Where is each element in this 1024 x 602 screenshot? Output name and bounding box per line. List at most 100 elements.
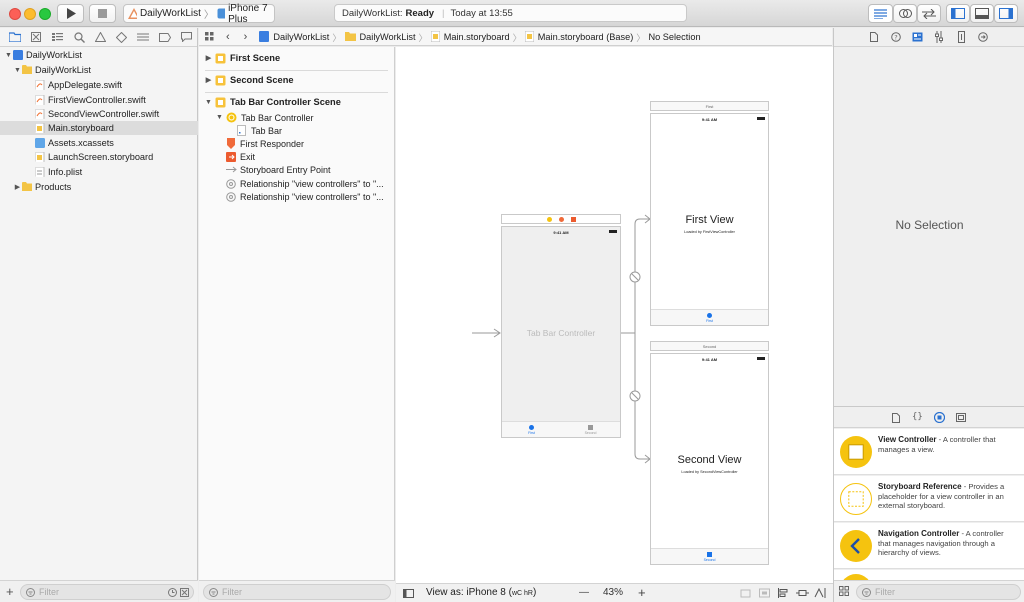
- disclosure-closed-icon[interactable]: ▶: [204, 54, 213, 62]
- library-filter-field[interactable]: Filter: [856, 584, 1021, 600]
- jump-item-group[interactable]: DailyWorkList: [360, 32, 416, 42]
- object-library-icon[interactable]: [934, 412, 945, 423]
- standard-editor-button[interactable]: [868, 4, 893, 23]
- pane-divider[interactable]: [834, 406, 1024, 407]
- toggle-debug-area-button[interactable]: [970, 4, 994, 23]
- identity-inspector-icon[interactable]: [912, 32, 923, 42]
- find-icon[interactable]: [68, 28, 89, 47]
- attributes-inspector-icon[interactable]: [935, 31, 943, 43]
- scheme-selector[interactable]: DailyWorkList 〉 iPhone 7 Plus: [123, 3, 275, 25]
- outline-row-tab-bar-controller[interactable]: ▼ Tab Bar Controller: [215, 111, 314, 124]
- scene-header-second[interactable]: Second: [650, 341, 769, 351]
- update-frames-icon[interactable]: [740, 588, 751, 598]
- file-row[interactable]: SecondViewController.swift: [0, 107, 198, 121]
- responder-dock-icon[interactable]: [559, 217, 564, 222]
- breakpoint-icon[interactable]: [154, 28, 175, 47]
- library-item-view-controller[interactable]: View Controller - A controller that mana…: [834, 429, 1024, 475]
- code-snippet-icon[interactable]: {}: [912, 412, 923, 422]
- version-editor-button[interactable]: [917, 4, 941, 23]
- jump-item-selection[interactable]: No Selection: [648, 32, 700, 42]
- view-as-button[interactable]: View as: iPhone 8 (wC hR): [426, 587, 536, 598]
- report-icon[interactable]: [176, 28, 197, 47]
- file-row-selected[interactable]: Main.storyboard: [0, 121, 198, 135]
- first-view-scene[interactable]: 9:41 AM First View Loaded by FirstViewCo…: [650, 113, 769, 326]
- folder-icon[interactable]: [4, 28, 25, 47]
- jump-item-project[interactable]: DailyWorkList: [273, 32, 329, 42]
- zoom-window-button[interactable]: [39, 8, 51, 20]
- storyboard-canvas[interactable]: 9:41 AM Tab Bar Controller First Second …: [396, 47, 833, 583]
- toggle-utilities-button[interactable]: [994, 4, 1018, 23]
- pin-icon[interactable]: [796, 588, 809, 598]
- scene-header-first[interactable]: First: [650, 101, 769, 111]
- issue-icon[interactable]: [90, 28, 111, 47]
- zoom-out-button[interactable]: —: [579, 587, 589, 598]
- scene-row-tabbar[interactable]: ▼ Tab Bar Controller Scene: [199, 94, 395, 110]
- group-row[interactable]: ▼ DailyWorkList: [0, 63, 198, 77]
- library-item-navigation-controller[interactable]: Navigation Controller - A controller tha…: [834, 523, 1024, 569]
- assistant-editor-button[interactable]: [893, 4, 917, 23]
- align-icon[interactable]: [778, 588, 789, 598]
- navigator-filter-field[interactable]: Filter: [20, 584, 194, 600]
- tab-bar-controller-scene[interactable]: 9:41 AM Tab Bar Controller First Second: [501, 226, 621, 438]
- source-control-icon[interactable]: [25, 28, 46, 47]
- disclosure-open-icon[interactable]: ▼: [13, 67, 22, 74]
- add-file-button[interactable]: +: [6, 584, 14, 599]
- jump-item-file[interactable]: Main.storyboard: [444, 32, 510, 42]
- library-item-storyboard-reference[interactable]: Storyboard Reference - Provides a placeh…: [834, 476, 1024, 522]
- outline-row-relationship[interactable]: Relationship "view controllers" to "...: [226, 177, 384, 190]
- disclosure-closed-icon[interactable]: ▶: [13, 183, 22, 191]
- outline-row-relationship[interactable]: Relationship "view controllers" to "...: [226, 190, 384, 203]
- second-view-scene[interactable]: 9:41 AM Second View Loaded by SecondView…: [650, 353, 769, 565]
- media-library-icon[interactable]: [956, 413, 966, 422]
- outline-row-exit[interactable]: Exit: [226, 150, 255, 163]
- back-arrow-icon[interactable]: ‹: [226, 31, 230, 43]
- file-row[interactable]: Info.plist: [0, 165, 198, 179]
- folder-icon: [22, 182, 32, 191]
- file-template-icon[interactable]: [892, 413, 900, 423]
- tab-second-icon: [588, 425, 593, 430]
- forward-arrow-icon[interactable]: ›: [244, 31, 248, 43]
- file-row[interactable]: Assets.xcassets: [0, 136, 198, 150]
- resolve-issues-icon[interactable]: [814, 588, 827, 598]
- file-row[interactable]: LaunchScreen.storyboard: [0, 150, 198, 164]
- scene-row-second[interactable]: ▶ Second Scene: [199, 72, 395, 88]
- file-inspector-icon[interactable]: [870, 32, 878, 42]
- disclosure-open-icon[interactable]: ▼: [4, 52, 13, 59]
- project-row[interactable]: ▼ DailyWorkList: [0, 48, 198, 62]
- exit-dock-icon[interactable]: [571, 217, 576, 222]
- debug-icon[interactable]: [133, 28, 154, 47]
- related-items-icon[interactable]: [205, 31, 214, 42]
- file-row[interactable]: FirstViewController.swift: [0, 93, 198, 107]
- outline-row-first-responder[interactable]: First Responder: [226, 137, 304, 150]
- products-row[interactable]: ▶ Products: [0, 180, 198, 194]
- minimize-window-button[interactable]: [24, 8, 36, 20]
- scene-icon: [215, 97, 226, 107]
- controller-dock-icon[interactable]: [547, 217, 552, 222]
- scene-row-first[interactable]: ▶ First Scene: [199, 50, 395, 66]
- connections-inspector-icon[interactable]: [978, 32, 988, 42]
- zoom-in-button[interactable]: +: [638, 585, 646, 600]
- stop-button[interactable]: [89, 4, 116, 23]
- grid-view-icon[interactable]: [839, 586, 849, 596]
- run-button[interactable]: [57, 4, 84, 23]
- close-window-button[interactable]: [9, 8, 21, 20]
- jump-item-base[interactable]: Main.storyboard (Base): [538, 32, 634, 42]
- scene-dock-tabbar[interactable]: [501, 214, 621, 224]
- toggle-navigator-button[interactable]: [946, 4, 970, 23]
- symbol-icon[interactable]: [47, 28, 68, 47]
- quick-help-icon[interactable]: ?: [891, 32, 901, 42]
- outline-filter-field[interactable]: Filter: [203, 584, 391, 600]
- disclosure-closed-icon[interactable]: ▶: [204, 76, 213, 84]
- clock-icon[interactable]: [168, 588, 177, 597]
- embed-in-icon[interactable]: [759, 588, 770, 598]
- test-icon[interactable]: [111, 28, 132, 47]
- disclosure-open-icon[interactable]: ▼: [204, 99, 213, 106]
- outline-row-entry-point[interactable]: Storyboard Entry Point: [226, 163, 331, 176]
- library-item-partial[interactable]: [834, 570, 1024, 580]
- toggle-outline-icon[interactable]: [403, 589, 414, 598]
- outline-row-tab-bar[interactable]: Tab Bar: [237, 124, 282, 137]
- disclosure-open-icon[interactable]: ▼: [215, 114, 224, 121]
- size-inspector-icon[interactable]: [958, 31, 965, 43]
- file-row[interactable]: AppDelegate.swift: [0, 78, 198, 92]
- scm-filter-icon[interactable]: [180, 588, 189, 597]
